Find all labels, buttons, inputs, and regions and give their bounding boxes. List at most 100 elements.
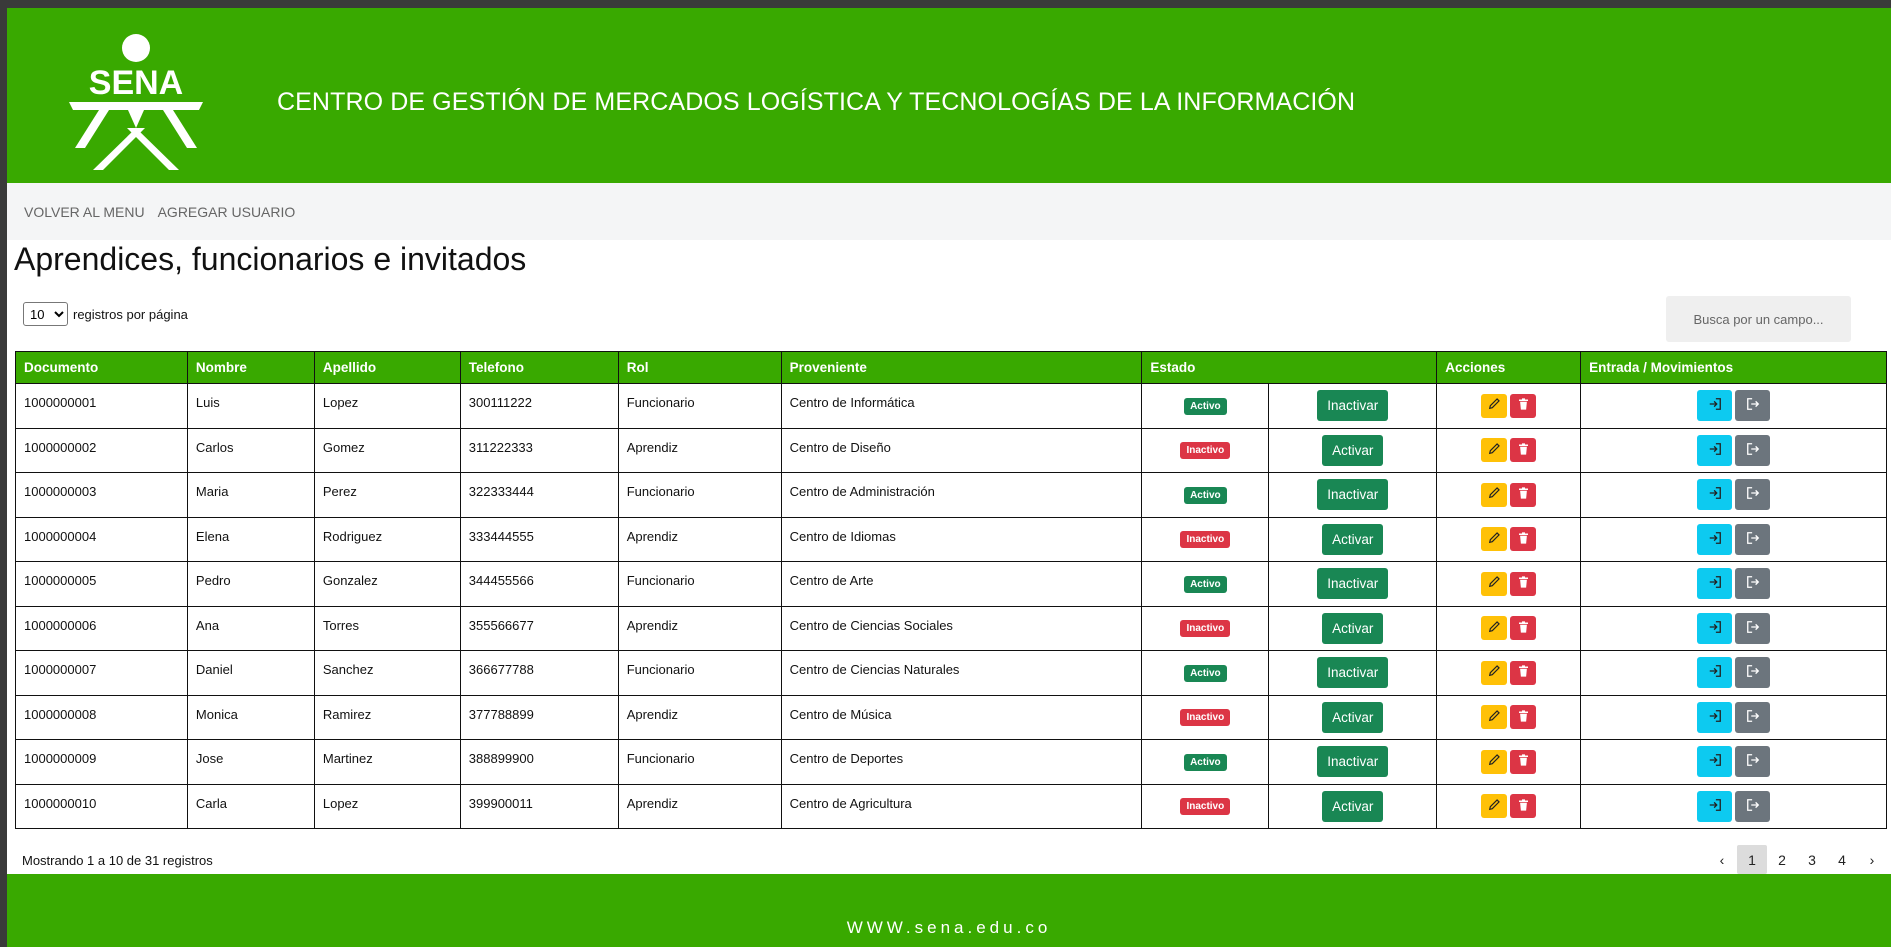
cell-documento: 1000000004 xyxy=(15,516,188,562)
exit-button[interactable] xyxy=(1735,434,1771,466)
col-header-documento[interactable]: Documento xyxy=(15,351,188,384)
activate-button[interactable]: Activar xyxy=(1322,434,1384,466)
cell-proveniente: Centro de Arte xyxy=(780,561,1143,607)
deactivate-button[interactable]: Inactivar xyxy=(1317,746,1389,778)
edit-button[interactable] xyxy=(1481,438,1508,463)
col-header-nombre[interactable]: Nombre xyxy=(186,351,315,384)
entry-button[interactable] xyxy=(1697,390,1733,422)
delete-button[interactable] xyxy=(1510,393,1537,418)
prev-page-button[interactable]: ‹ xyxy=(1707,845,1737,874)
activate-button[interactable]: Activar xyxy=(1322,523,1384,555)
col-header-estado[interactable]: Estado xyxy=(1141,351,1438,384)
back-to-menu-link[interactable]: VOLVER AL MENU xyxy=(24,204,145,220)
table-row: 1000000003 Maria Perez 322333444 Funcionario… xyxy=(15,472,1887,518)
exit-button[interactable] xyxy=(1735,390,1771,422)
col-header-rol[interactable]: Rol xyxy=(617,351,782,384)
add-user-link[interactable]: AGREGAR USUARIO xyxy=(158,204,296,220)
exit-button[interactable] xyxy=(1735,568,1771,600)
page-button-1[interactable]: 1 xyxy=(1737,845,1767,874)
delete-button[interactable] xyxy=(1510,482,1537,507)
delete-button[interactable] xyxy=(1510,660,1537,685)
cell-apellido: Torres xyxy=(313,605,461,651)
edit-button[interactable] xyxy=(1481,571,1508,596)
status-badge: Activo xyxy=(1184,486,1227,504)
sign-in-icon xyxy=(1708,575,1722,592)
cell-documento: 1000000001 xyxy=(15,383,188,429)
table-row: 1000000001 Luis Lopez 300111222 Funcionario C… xyxy=(15,383,1887,429)
pencil-icon xyxy=(1488,442,1501,458)
delete-button[interactable] xyxy=(1510,438,1537,463)
pencil-icon xyxy=(1488,487,1501,502)
entry-button[interactable] xyxy=(1697,657,1733,689)
deactivate-button[interactable]: Inactivar xyxy=(1317,390,1389,422)
cell-rol: Funcionario xyxy=(617,650,782,696)
exit-button[interactable] xyxy=(1735,479,1771,511)
activate-button[interactable]: Activar xyxy=(1322,790,1384,822)
exit-button[interactable] xyxy=(1735,657,1771,689)
exit-button[interactable] xyxy=(1735,701,1771,733)
trash-icon xyxy=(1518,398,1529,413)
cell-entrada-movimientos xyxy=(1580,605,1887,651)
cell-apellido: Ramirez xyxy=(313,694,461,740)
edit-button[interactable] xyxy=(1481,705,1508,730)
cell-rol: Funcionario xyxy=(617,472,782,518)
cell-proveniente: Centro de Música xyxy=(780,694,1143,740)
cell-estado-action: Activar xyxy=(1268,694,1438,740)
pencil-icon xyxy=(1488,398,1501,413)
col-header-proveniente[interactable]: Proveniente xyxy=(780,351,1143,384)
trash-icon xyxy=(1518,576,1529,591)
sign-out-icon xyxy=(1746,798,1760,815)
page-button-3[interactable]: 3 xyxy=(1797,845,1827,874)
deactivate-button[interactable]: Inactivar xyxy=(1317,479,1389,511)
edit-button[interactable] xyxy=(1481,393,1508,418)
status-badge: Inactivo xyxy=(1180,620,1231,638)
edit-button[interactable] xyxy=(1481,794,1508,819)
cell-rol: Aprendiz xyxy=(617,694,782,740)
table-row: 1000000009 Jose Martinez 388899900 Funcionar… xyxy=(15,739,1887,785)
edit-button[interactable] xyxy=(1481,749,1508,774)
cell-apellido: Gomez xyxy=(313,427,461,473)
cell-documento: 1000000007 xyxy=(15,650,188,696)
col-header-telefono[interactable]: Telefono xyxy=(459,351,619,384)
deactivate-button[interactable]: Inactivar xyxy=(1317,568,1389,600)
page: SENA CENTRO DE GESTIÓN DE MERCADOS LOGÍS… xyxy=(7,8,1891,947)
cell-proveniente: Centro de Deportes xyxy=(780,739,1143,785)
entry-button[interactable] xyxy=(1697,701,1733,733)
entry-button[interactable] xyxy=(1697,523,1733,555)
edit-button[interactable] xyxy=(1481,527,1508,552)
edit-button[interactable] xyxy=(1481,482,1508,507)
page-button-4[interactable]: 4 xyxy=(1827,845,1857,874)
cell-acciones xyxy=(1436,561,1582,607)
exit-button[interactable] xyxy=(1735,790,1771,822)
delete-button[interactable] xyxy=(1510,749,1537,774)
exit-button[interactable] xyxy=(1735,612,1771,644)
delete-button[interactable] xyxy=(1510,616,1537,641)
entry-button[interactable] xyxy=(1697,434,1733,466)
cell-apellido: Sanchez xyxy=(313,650,461,696)
activate-button[interactable]: Activar xyxy=(1322,701,1384,733)
entry-button[interactable] xyxy=(1697,479,1733,511)
delete-button[interactable] xyxy=(1510,794,1537,819)
delete-button[interactable] xyxy=(1510,705,1537,730)
entry-button[interactable] xyxy=(1697,746,1733,778)
footer-url[interactable]: WWW.sena.edu.co xyxy=(847,918,1052,938)
edit-button[interactable] xyxy=(1481,616,1508,641)
delete-button[interactable] xyxy=(1510,527,1537,552)
cell-telefono: 333444555 xyxy=(459,516,619,562)
entry-button[interactable] xyxy=(1697,790,1733,822)
exit-button[interactable] xyxy=(1735,746,1771,778)
per-page-select[interactable]: 10 xyxy=(23,302,68,326)
results-info: Mostrando 1 a 10 de 31 registros xyxy=(22,853,213,868)
exit-button[interactable] xyxy=(1735,523,1771,555)
search-input[interactable] xyxy=(1666,296,1851,342)
page-button-2[interactable]: 2 xyxy=(1767,845,1797,874)
delete-button[interactable] xyxy=(1510,571,1537,596)
sign-in-icon xyxy=(1708,798,1722,815)
edit-button[interactable] xyxy=(1481,660,1508,685)
entry-button[interactable] xyxy=(1697,568,1733,600)
deactivate-button[interactable]: Inactivar xyxy=(1317,657,1389,689)
entry-button[interactable] xyxy=(1697,612,1733,644)
activate-button[interactable]: Activar xyxy=(1322,612,1384,644)
col-header-apellido[interactable]: Apellido xyxy=(313,351,461,384)
next-page-button[interactable]: › xyxy=(1857,845,1887,874)
